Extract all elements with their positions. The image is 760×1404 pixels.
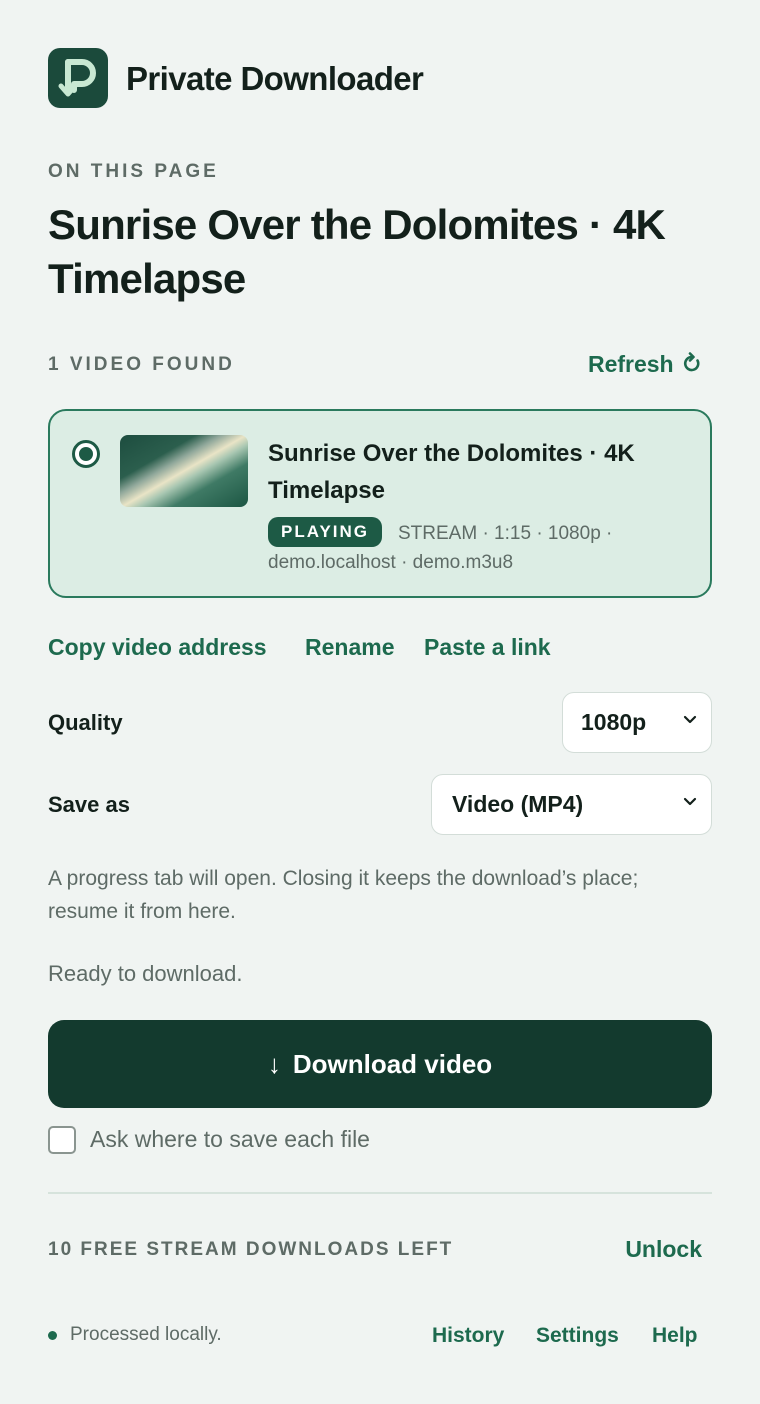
video-thumbnail: [120, 435, 248, 507]
app-title: Private Downloader: [126, 60, 424, 97]
save-as-select[interactable]: Video (MP4): [431, 774, 712, 835]
chevron-down-icon: [683, 797, 697, 806]
page-title: Sunrise Over the Dolomites · 4K Timelaps…: [48, 201, 666, 302]
quality-label: Quality: [48, 710, 123, 735]
paste-link[interactable]: Paste a link: [424, 634, 551, 661]
rename-link[interactable]: Rename: [305, 634, 394, 661]
save-as-value: Video (MP4): [452, 791, 584, 817]
processed-locally-text: Processed locally.: [70, 1324, 222, 1345]
save-as-label: Save as: [48, 792, 130, 817]
copy-address-link[interactable]: Copy video address: [48, 634, 267, 661]
chevron-down-icon: [683, 715, 697, 724]
video-count-label: 1 VIDEO FOUND: [48, 354, 235, 375]
refresh-label: Refresh: [587, 351, 674, 377]
quality-value: 1080p: [581, 709, 647, 735]
video-title: Sunrise Over the Dolomites · 4K Timelaps…: [268, 440, 635, 504]
page-eyebrow: ON THIS PAGE: [48, 161, 219, 182]
ask-where-checkbox[interactable]: [48, 1126, 76, 1154]
download-arrow-icon: ↓: [267, 1049, 281, 1079]
refresh-icon: [683, 352, 700, 372]
help-link[interactable]: Help: [652, 1324, 698, 1348]
video-select-radio[interactable]: [72, 440, 100, 468]
download-video-button[interactable]: ↓ Download video: [48, 1020, 712, 1108]
download-button-label: Download video: [292, 1049, 493, 1079]
playing-badge: PLAYING: [268, 517, 383, 547]
status-text: Ready to download.: [48, 961, 243, 986]
ask-where-label[interactable]: Ask where to save each file: [90, 1126, 370, 1153]
divider: [48, 1192, 712, 1194]
progress-note: A progress tab will open. Closing it kee…: [48, 867, 639, 923]
local-status-dot: [48, 1331, 57, 1340]
free-downloads-left: 10 FREE STREAM DOWNLOADS LEFT: [48, 1239, 454, 1260]
settings-link[interactable]: Settings: [536, 1324, 619, 1348]
history-link[interactable]: History: [432, 1324, 504, 1348]
unlock-link[interactable]: Unlock: [625, 1236, 702, 1263]
refresh-button[interactable]: Refresh: [588, 351, 702, 378]
app-logo-icon: [48, 48, 108, 108]
video-card[interactable]: Sunrise Over the Dolomites · 4K Timelaps…: [48, 409, 712, 598]
quality-select[interactable]: 1080p: [562, 692, 712, 753]
